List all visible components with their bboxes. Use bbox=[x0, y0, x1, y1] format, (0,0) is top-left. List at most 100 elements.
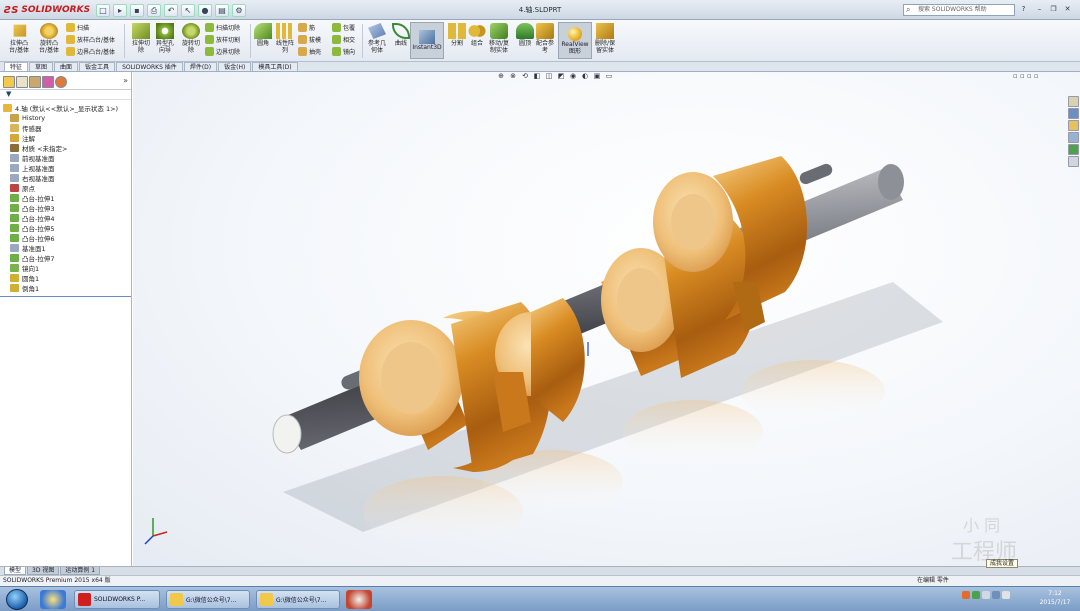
tree-item[interactable]: 前视基准面 bbox=[3, 153, 131, 163]
taskbar-solidworks[interactable]: SOLIDWORKS P... bbox=[74, 590, 160, 609]
boundary-cut-button[interactable]: 边界切除 bbox=[205, 47, 240, 56]
tree-item[interactable]: 凸台-拉伸3 bbox=[3, 203, 131, 213]
loft-boss-button[interactable]: 放样凸台/基体 bbox=[66, 35, 115, 44]
browser-pinned-icon[interactable] bbox=[40, 590, 66, 609]
start-button[interactable] bbox=[6, 589, 28, 610]
tray-volume-icon[interactable] bbox=[982, 591, 990, 599]
taskbar-folder-1[interactable]: G:\微信公众号\7... bbox=[166, 590, 250, 609]
revolve-boss-button[interactable]: 旋转凸 台/基体 bbox=[34, 23, 64, 54]
delete-keep-body-button[interactable]: 删除/保 留实体 bbox=[590, 23, 620, 54]
tab-addins[interactable]: SOLIDWORKS 插件 bbox=[116, 62, 183, 71]
tab-3d-views[interactable]: 3D 视图 bbox=[27, 567, 60, 575]
tray-flag-icon[interactable] bbox=[992, 591, 1000, 599]
shell-button[interactable]: 抽壳 bbox=[298, 47, 321, 56]
realview-graphics-button[interactable]: RealView 图形 bbox=[558, 22, 592, 59]
tree-item-label: 圆角1 bbox=[22, 275, 40, 283]
graphics-area[interactable]: ⊕ ⊗ ⟲ ◧ ◫ ◩ ◉ ◐ ▣ ▭ ▫ ▫ ▫ ▫ 小 同 工程师 bbox=[133, 72, 1080, 566]
tree-item[interactable]: 凸台-拉伸1 bbox=[3, 193, 131, 203]
tree-item[interactable]: 传感器 bbox=[3, 123, 131, 133]
dimxpert-tab-icon[interactable] bbox=[42, 76, 54, 88]
rebuild-icon[interactable]: ● bbox=[198, 3, 212, 17]
tree-item[interactable]: 原点 bbox=[3, 183, 131, 193]
mate-reference-button[interactable]: 配合参 考 bbox=[530, 23, 560, 54]
tree-item[interactable]: 镜向1 bbox=[3, 263, 131, 273]
tree-item[interactable]: 凸台-拉伸7 bbox=[3, 253, 131, 263]
tree-root[interactable]: 4.轴 (默认<<默认>_显示状态 1>) bbox=[3, 103, 131, 113]
restore-button[interactable]: ❐ bbox=[1048, 4, 1059, 15]
tree-item[interactable]: 凸台-拉伸6 bbox=[3, 233, 131, 243]
tab-sketch[interactable]: 草图 bbox=[29, 62, 54, 71]
instant3d-button[interactable]: Instant3D bbox=[410, 22, 444, 59]
tree-item[interactable]: 圆角1 bbox=[3, 273, 131, 283]
wrap-button[interactable]: 包覆 bbox=[332, 23, 355, 32]
feature-icon bbox=[10, 184, 19, 192]
property-manager-tab-icon[interactable] bbox=[16, 76, 28, 88]
expand-panel-icon[interactable]: » bbox=[123, 76, 128, 89]
configuration-manager-tab-icon[interactable] bbox=[29, 76, 41, 88]
search-input[interactable]: ⌕ 搜索 SOLIDWORKS 帮助 bbox=[903, 4, 1015, 16]
sweep-button[interactable]: 扫描 bbox=[66, 23, 89, 32]
filter-icon[interactable]: ▼ bbox=[0, 90, 131, 100]
taskbar-folder-2[interactable]: G:\微信公众号\7... bbox=[256, 590, 340, 609]
tree-item[interactable]: 凸台-拉伸5 bbox=[3, 223, 131, 233]
file-properties-icon[interactable]: ▤ bbox=[215, 3, 229, 17]
tree-item[interactable]: 基准面1 bbox=[3, 243, 131, 253]
undo-icon[interactable]: ↶ bbox=[164, 3, 178, 17]
open-folder-icon[interactable]: ▸ bbox=[113, 3, 127, 17]
tree-item[interactable]: 注解 bbox=[3, 133, 131, 143]
tree-item-label: 右视基准面 bbox=[22, 175, 55, 183]
feature-icon bbox=[10, 164, 19, 172]
print-icon[interactable]: ⎙ bbox=[147, 3, 161, 17]
extrude-boss-button[interactable]: 拉伸凸 台/基体 bbox=[4, 23, 34, 54]
intersect-button[interactable]: 相交 bbox=[332, 35, 355, 44]
tree-item[interactable]: 凸台-拉伸4 bbox=[3, 213, 131, 223]
tree-item[interactable]: 倒角1 bbox=[3, 283, 131, 293]
mirror-button[interactable]: 镜向 bbox=[332, 47, 355, 56]
tree-item-label: 传感器 bbox=[22, 125, 42, 133]
taskbar-clock[interactable]: 7:12 2015/7/17 bbox=[1035, 589, 1075, 607]
solidworks-logo[interactable]: ƧS SOLIDWORKS bbox=[4, 3, 90, 17]
tree-item[interactable]: History bbox=[3, 113, 131, 123]
revolve-cut-button[interactable]: 旋转切 除 bbox=[176, 23, 206, 54]
tree-item[interactable]: 上视基准面 bbox=[3, 163, 131, 173]
feature-manager-tab-icon[interactable] bbox=[3, 76, 15, 88]
tab-surfaces[interactable]: 曲面 bbox=[54, 62, 79, 71]
new-document-icon[interactable]: □ bbox=[96, 3, 110, 17]
shaft-model[interactable] bbox=[133, 72, 1080, 566]
lofted-cut-button[interactable]: 放样切割 bbox=[205, 35, 240, 44]
linear-pattern-button[interactable]: 线性阵 列 bbox=[270, 23, 300, 54]
tab-sheet-metal[interactable]: 钣金(H) bbox=[218, 62, 252, 71]
draft-button[interactable]: 拔模 bbox=[298, 35, 321, 44]
help-icon[interactable]: ? bbox=[1018, 4, 1029, 15]
feature-icon bbox=[10, 124, 19, 132]
lofted-cut-icon bbox=[205, 35, 214, 44]
select-arrow-icon[interactable]: ↖ bbox=[181, 3, 195, 17]
display-manager-tab-icon[interactable] bbox=[55, 76, 67, 88]
app-pinned-icon[interactable] bbox=[346, 590, 372, 609]
tab-motion-study[interactable]: 运动算例 1 bbox=[60, 567, 101, 575]
status-edit-mode: 在编辑 零件 bbox=[917, 577, 949, 584]
tab-weldments[interactable]: 焊件(D) bbox=[183, 62, 218, 71]
minimize-button[interactable]: – bbox=[1034, 4, 1045, 15]
extrude-cut-icon bbox=[132, 23, 150, 39]
tray-app-icon[interactable] bbox=[962, 591, 970, 599]
swept-cut-button[interactable]: 扫描切除 bbox=[205, 23, 240, 32]
mirror-icon bbox=[332, 47, 341, 56]
rib-button[interactable]: 筋 bbox=[298, 23, 315, 32]
tree-item[interactable]: 右视基准面 bbox=[3, 173, 131, 183]
feature-tree: 4.轴 (默认<<默认>_显示状态 1>) History 传感器 注解 材质 <未指… bbox=[0, 100, 131, 293]
tab-features[interactable]: 特征 bbox=[4, 62, 29, 71]
close-button[interactable]: ✕ bbox=[1062, 4, 1073, 15]
save-icon[interactable]: ▪ bbox=[130, 3, 144, 17]
tab-sheet-metal-tools[interactable]: 钣金工具 bbox=[79, 62, 116, 71]
feature-icon bbox=[10, 234, 19, 242]
tray-battery-icon[interactable] bbox=[1002, 591, 1010, 599]
tree-item-label: 凸台-拉伸7 bbox=[22, 255, 55, 263]
folder-icon bbox=[260, 593, 273, 606]
tree-item[interactable]: 材质 <未指定> bbox=[3, 143, 131, 153]
boundary-boss-button[interactable]: 边界凸台/基体 bbox=[66, 47, 115, 56]
tab-model[interactable]: 模型 bbox=[4, 567, 27, 575]
tray-network-icon[interactable] bbox=[972, 591, 980, 599]
tab-mold-tools[interactable]: 模具工具(D) bbox=[252, 62, 298, 71]
options-gear-icon[interactable]: ⚙ bbox=[232, 3, 246, 17]
